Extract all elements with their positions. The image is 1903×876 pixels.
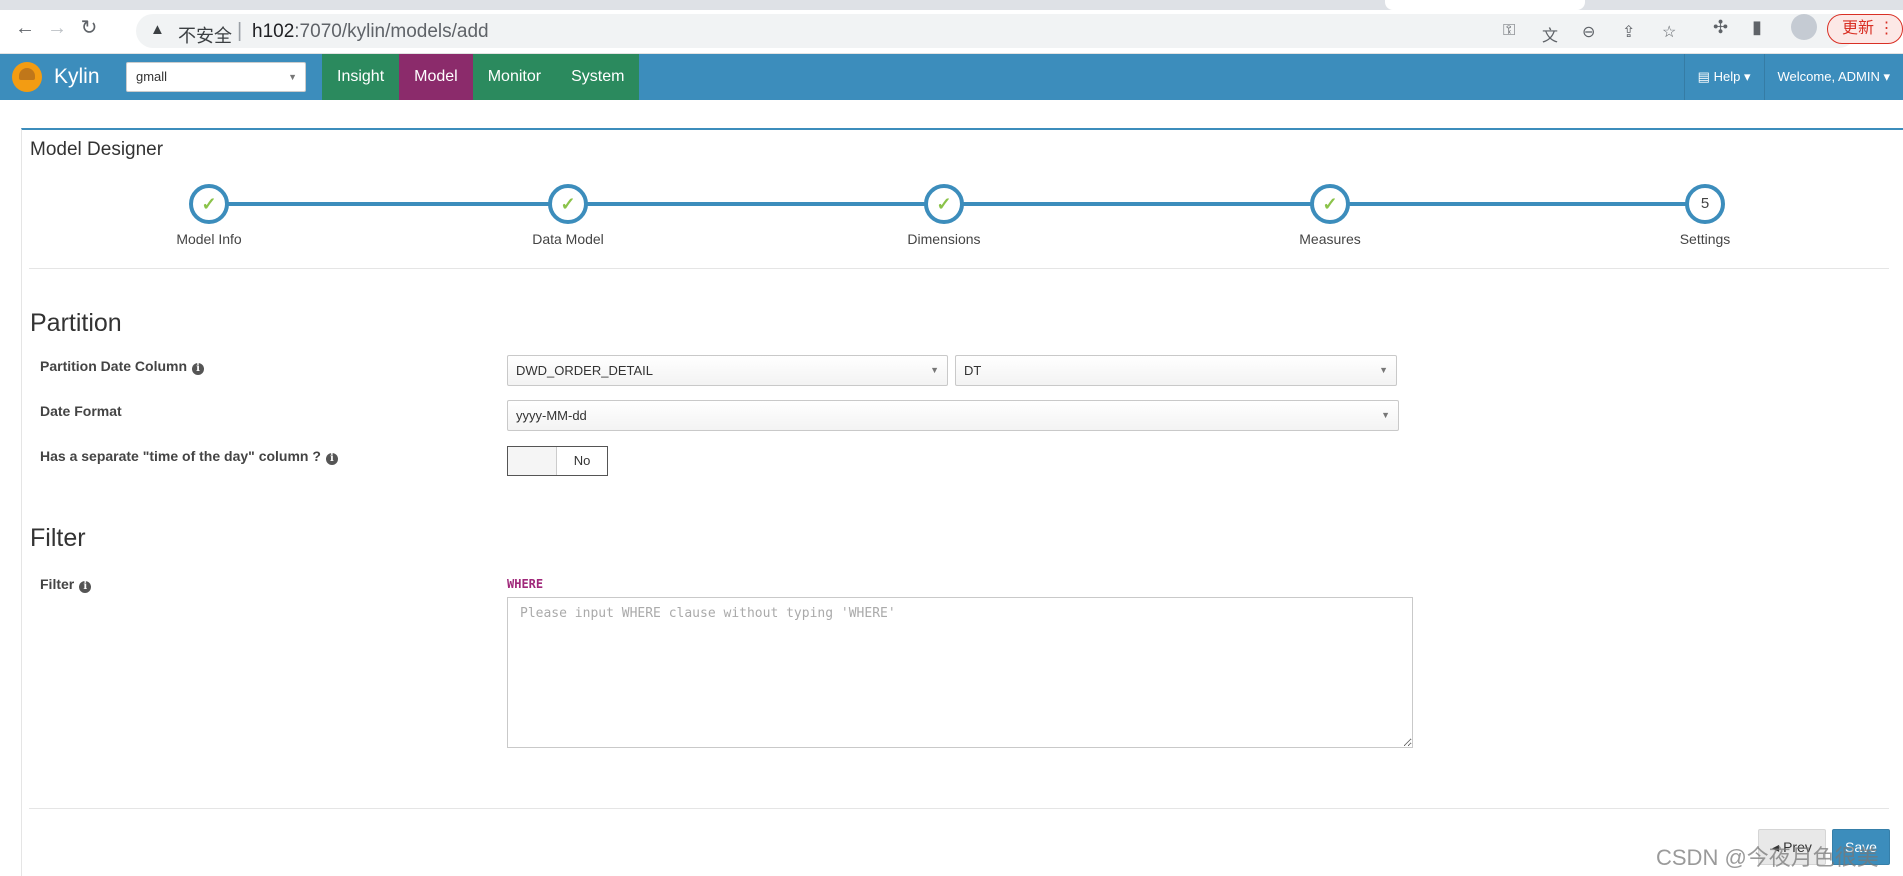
browser-toolbar: ← → ↻ ▲ 不安全 | h102:7070/kylin/models/add… [0,0,1903,54]
where-keyword: WHERE [507,577,544,591]
bookmark-star-icon[interactable]: ☆ [1662,22,1676,42]
chevron-down-icon: ▼ [1379,365,1388,375]
caret-down-icon: ▾ [1743,69,1751,84]
separate-time-column-label: Has a separate "time of the day" column … [40,448,338,465]
check-icon: ✓ [936,194,952,214]
prev-button[interactable]: ◂ Prev [1758,829,1826,865]
page-title: Model Designer [30,139,164,160]
date-format-label: Date Format [40,403,122,419]
divider [29,268,1889,269]
tab-strip [0,0,1903,10]
brand-name: Kylin [54,65,100,88]
menu-insight[interactable]: Insight [322,54,400,100]
prev-label: Prev [1783,839,1812,855]
side-panel-icon[interactable]: ▮ [1752,17,1762,38]
forward-icon[interactable]: → [46,17,68,39]
project-select-value: gmall [136,69,168,84]
date-format-select[interactable]: yyyy-MM-dd ▼ [507,400,1399,431]
translate-icon[interactable]: 文 [1542,22,1558,46]
label-text: Has a separate "time of the day" column … [40,448,321,464]
content-panel [21,128,1903,876]
step-data-model[interactable]: ✓ [548,184,588,224]
separate-time-toggle[interactable]: No [507,446,608,476]
date-format-value: yyyy-MM-dd [516,408,587,423]
step-number: 5 [1700,195,1710,212]
partition-table-value: DWD_ORDER_DETAIL [516,363,654,378]
chevron-down-icon: ▼ [930,365,939,375]
check-icon: ✓ [560,194,576,214]
label-text: Partition Date Column [40,358,188,374]
address-bar[interactable]: ▲ 不安全 | h102:7070/kylin/models/add ⚿ 文 ⊖… [136,14,1856,48]
help-label: Help [1713,69,1741,84]
kylin-logo-icon [12,62,42,92]
filter-heading: Filter [30,524,86,552]
check-icon: ✓ [1322,194,1338,214]
zoom-icon[interactable]: ⊖ [1582,22,1595,42]
welcome-label: Welcome, ADMIN [1777,69,1880,84]
url-path: :7070/kylin/models/add [294,21,489,42]
project-select[interactable]: gmall ▼ [126,62,306,92]
main-menu: Insight Model Monitor System [322,54,640,100]
partition-heading: Partition [30,309,122,337]
caret-down-icon: ▾ [1883,69,1890,84]
step-dimensions[interactable]: ✓ [924,184,964,224]
share-icon[interactable]: ⇪ [1622,22,1635,42]
update-button[interactable]: 更新 ⋮ [1827,14,1903,44]
brand[interactable]: Kylin [12,62,100,92]
url-host: h102 [252,21,295,42]
extensions-icon[interactable]: ✣ [1713,17,1728,38]
filter-textarea[interactable] [507,597,1413,748]
save-button[interactable]: Save [1832,829,1890,865]
info-icon[interactable]: i [325,453,338,465]
step-settings[interactable]: 5 [1685,184,1725,224]
key-icon[interactable]: ⚿ [1503,22,1515,40]
menu-system[interactable]: System [556,54,640,100]
info-icon[interactable]: i [79,581,92,593]
active-tab[interactable] [1385,0,1585,10]
menu-monitor[interactable]: Monitor [472,54,557,100]
label-text: Filter [40,576,75,592]
toggle-state: No [573,453,591,468]
partition-column-value: DT [964,363,982,378]
divider [29,808,1889,809]
toggle-knob [508,447,557,475]
chevron-down-icon: ▼ [288,72,297,82]
step-model-info[interactable]: ✓ [189,184,229,224]
back-icon[interactable]: ← [14,17,36,39]
check-icon: ✓ [201,194,217,214]
warning-icon[interactable]: ▲ [150,21,165,38]
step-measures[interactable]: ✓ [1310,184,1350,224]
book-icon: ▤ [1697,69,1710,84]
filter-label: Filter i [40,576,92,593]
partition-table-select[interactable]: DWD_ORDER_DETAIL ▼ [507,355,948,386]
partition-date-column-label: Partition Date Column i [40,358,205,375]
navbar-right: ▤ Help ▾ Welcome, ADMIN ▾ [1683,54,1903,100]
profile-avatar[interactable] [1791,14,1817,40]
chevron-left-icon: ◂ [1772,839,1780,855]
app-navbar: Kylin gmall ▼ Insight Model Monitor Syst… [0,54,1903,100]
url-text[interactable]: h102:7070/kylin/models/add [252,21,489,43]
user-menu[interactable]: Welcome, ADMIN ▾ [1763,54,1903,100]
help-menu[interactable]: ▤ Help ▾ [1683,54,1764,100]
address-separator: | [237,20,243,42]
reload-icon[interactable]: ↻ [78,17,100,39]
partition-column-select[interactable]: DT ▼ [955,355,1397,386]
update-label: 更新 [1842,20,1875,37]
insecure-label[interactable]: 不安全 [178,22,232,48]
info-icon[interactable]: i [192,363,205,375]
menu-model[interactable]: Model [399,54,473,100]
chevron-down-icon: ▼ [1381,410,1390,420]
